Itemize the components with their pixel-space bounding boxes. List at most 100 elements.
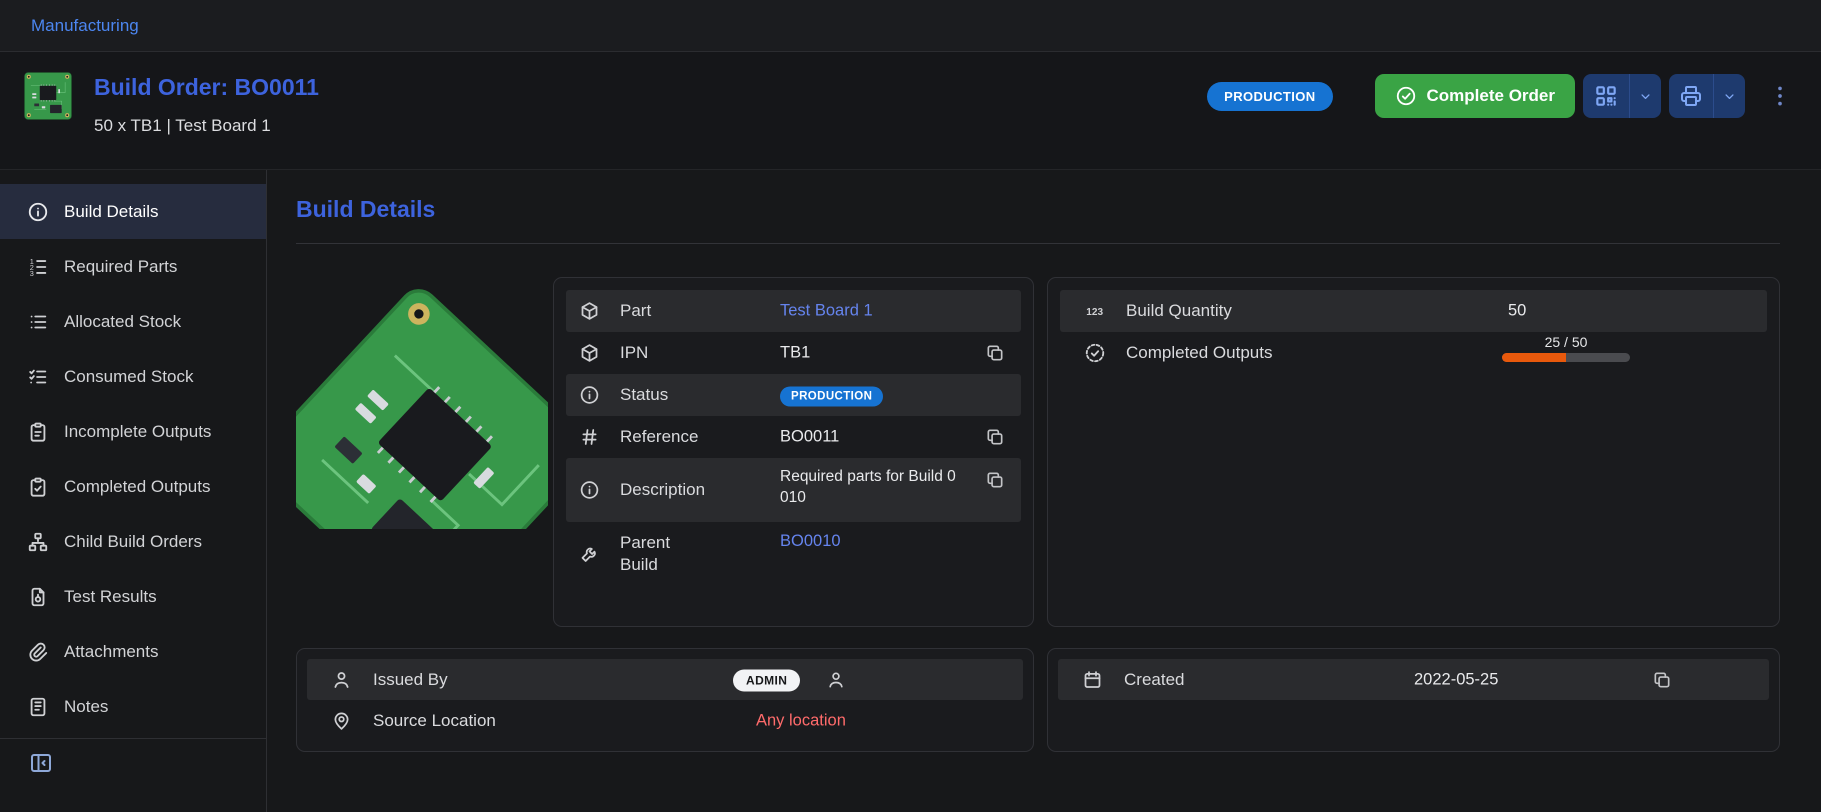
row-label: Source Location — [373, 711, 496, 731]
sidebar-item-test-results[interactable]: Test Results — [0, 569, 266, 624]
copy-icon — [1652, 670, 1672, 690]
chevron-down-icon — [1629, 74, 1661, 118]
build-thumbnail[interactable] — [24, 72, 72, 120]
copy-description-button[interactable] — [983, 468, 1007, 492]
info-circle-icon — [579, 480, 600, 501]
calendar-icon — [1082, 669, 1103, 690]
sidebar-item-label: Required Parts — [64, 257, 177, 277]
sidebar-item-child-build-orders[interactable]: Child Build Orders — [0, 514, 266, 569]
parent-build-link[interactable]: BO0010 — [780, 532, 841, 550]
page-title: Build Order: BO0011 — [94, 74, 319, 101]
sidebar: Build Details Required Parts Allocated S… — [0, 170, 267, 812]
sidebar-item-label: Consumed Stock — [64, 367, 193, 387]
map-pin-icon — [331, 710, 352, 731]
section-divider — [296, 243, 1780, 244]
row-label: Status — [620, 385, 668, 405]
more-actions-button[interactable] — [1763, 79, 1797, 113]
sidebar-collapse-button[interactable] — [27, 749, 55, 777]
progress-track — [1502, 353, 1630, 362]
completed-outputs-progress: 25 / 50 — [1502, 334, 1642, 362]
complete-order-button[interactable]: Complete Order — [1375, 74, 1575, 118]
numbers-123-icon — [1084, 300, 1106, 322]
row-label: Build Quantity — [1126, 301, 1232, 321]
section-title: Build Details — [296, 196, 1780, 223]
copy-created-button[interactable] — [1650, 668, 1674, 692]
list-icon — [27, 311, 49, 333]
copy-icon — [985, 470, 1005, 490]
copy-reference-button[interactable] — [983, 425, 1007, 449]
collapse-sidebar-icon — [29, 751, 53, 775]
issued-card: Issued By ADMIN Source Location Any loca… — [296, 648, 1034, 752]
chevron-down-icon — [1713, 74, 1745, 118]
build-quantity-card: Build Quantity 50 Completed Outputs 25 /… — [1047, 277, 1780, 627]
dots-vertical-icon — [1767, 83, 1793, 109]
copy-ipn-button[interactable] — [983, 341, 1007, 365]
sidebar-item-label: Notes — [64, 697, 108, 717]
source-location-value: Any location — [756, 711, 846, 730]
row-label: Issued By — [373, 670, 448, 690]
detail-row-issued-by: Issued By ADMIN — [307, 659, 1023, 700]
sidebar-item-label: Test Results — [64, 587, 157, 607]
sidebar-item-incomplete-outputs[interactable]: Incomplete Outputs — [0, 404, 266, 459]
sidebar-divider — [0, 738, 266, 739]
printer-icon — [1669, 74, 1713, 118]
circle-check-icon — [1395, 85, 1417, 107]
admin-badge: ADMIN — [733, 669, 800, 691]
paperclip-icon — [27, 641, 49, 663]
package-icon — [579, 343, 600, 364]
created-value: 2022-05-25 — [1414, 670, 1498, 689]
reference-value: BO0011 — [780, 428, 839, 447]
sidebar-item-required-parts[interactable]: Required Parts — [0, 239, 266, 294]
detail-row-status: Status PRODUCTION — [566, 374, 1021, 416]
row-label: Reference — [620, 427, 698, 447]
description-value: Required parts for Build 0010 — [780, 467, 963, 509]
breadcrumb: Manufacturing — [0, 0, 1821, 52]
page-header: Build Order: BO0011 50 x TB1 | Test Boar… — [0, 52, 1821, 170]
build-quantity-value: 50 — [1508, 302, 1526, 321]
detail-row-source-location: Source Location Any location — [307, 700, 1023, 741]
pcb-thumbnail-image — [24, 72, 72, 120]
clipboard-check-icon — [27, 476, 49, 498]
sidebar-item-build-details[interactable]: Build Details — [0, 184, 266, 239]
sidebar-item-label: Build Details — [64, 202, 159, 222]
qrcode-icon — [1583, 74, 1629, 118]
detail-row-created: Created 2022-05-25 — [1058, 659, 1769, 700]
detail-row-ipn: IPN TB1 — [566, 332, 1021, 374]
row-label: Part — [620, 301, 651, 321]
sidebar-item-completed-outputs[interactable]: Completed Outputs — [0, 459, 266, 514]
progress-check-icon — [1084, 342, 1106, 364]
file-report-icon — [27, 586, 49, 608]
sidebar-item-label: Completed Outputs — [64, 477, 210, 497]
complete-order-label: Complete Order — [1427, 86, 1555, 106]
sidebar-item-allocated-stock[interactable]: Allocated Stock — [0, 294, 266, 349]
build-details-card: Part Test Board 1 IPN TB1 Status PRODUCT… — [553, 277, 1034, 627]
part-link[interactable]: Test Board 1 — [780, 302, 873, 320]
created-card: Created 2022-05-25 — [1047, 648, 1780, 752]
detail-row-reference: Reference BO0011 — [566, 416, 1021, 458]
breadcrumb-link-manufacturing[interactable]: Manufacturing — [31, 16, 139, 36]
sidebar-item-notes[interactable]: Notes — [0, 679, 266, 734]
pcb-image — [296, 277, 548, 529]
sidebar-item-consumed-stock[interactable]: Consumed Stock — [0, 349, 266, 404]
hash-icon — [579, 427, 600, 448]
package-icon — [579, 301, 600, 322]
sidebar-item-label: Attachments — [64, 642, 159, 662]
info-circle-icon — [27, 201, 49, 223]
sidebar-item-label: Incomplete Outputs — [64, 422, 211, 442]
sitemap-icon — [27, 531, 49, 553]
status-badge: PRODUCTION — [1207, 82, 1332, 111]
copy-icon — [985, 343, 1005, 363]
part-image[interactable] — [296, 277, 548, 627]
user-icon — [826, 670, 846, 690]
sidebar-item-attachments[interactable]: Attachments — [0, 624, 266, 679]
progress-text: 25 / 50 — [1502, 334, 1630, 350]
notes-icon — [27, 696, 49, 718]
row-label: Description — [620, 480, 705, 500]
print-actions-button[interactable] — [1669, 74, 1745, 118]
row-label: IPN — [620, 343, 648, 363]
user-icon — [331, 669, 352, 690]
barcode-actions-button[interactable] — [1583, 74, 1661, 118]
title-block: Build Order: BO0011 50 x TB1 | Test Boar… — [94, 72, 319, 136]
row-label: Completed Outputs — [1126, 343, 1272, 363]
detail-row-description: Description Required parts for Build 001… — [566, 458, 1021, 522]
